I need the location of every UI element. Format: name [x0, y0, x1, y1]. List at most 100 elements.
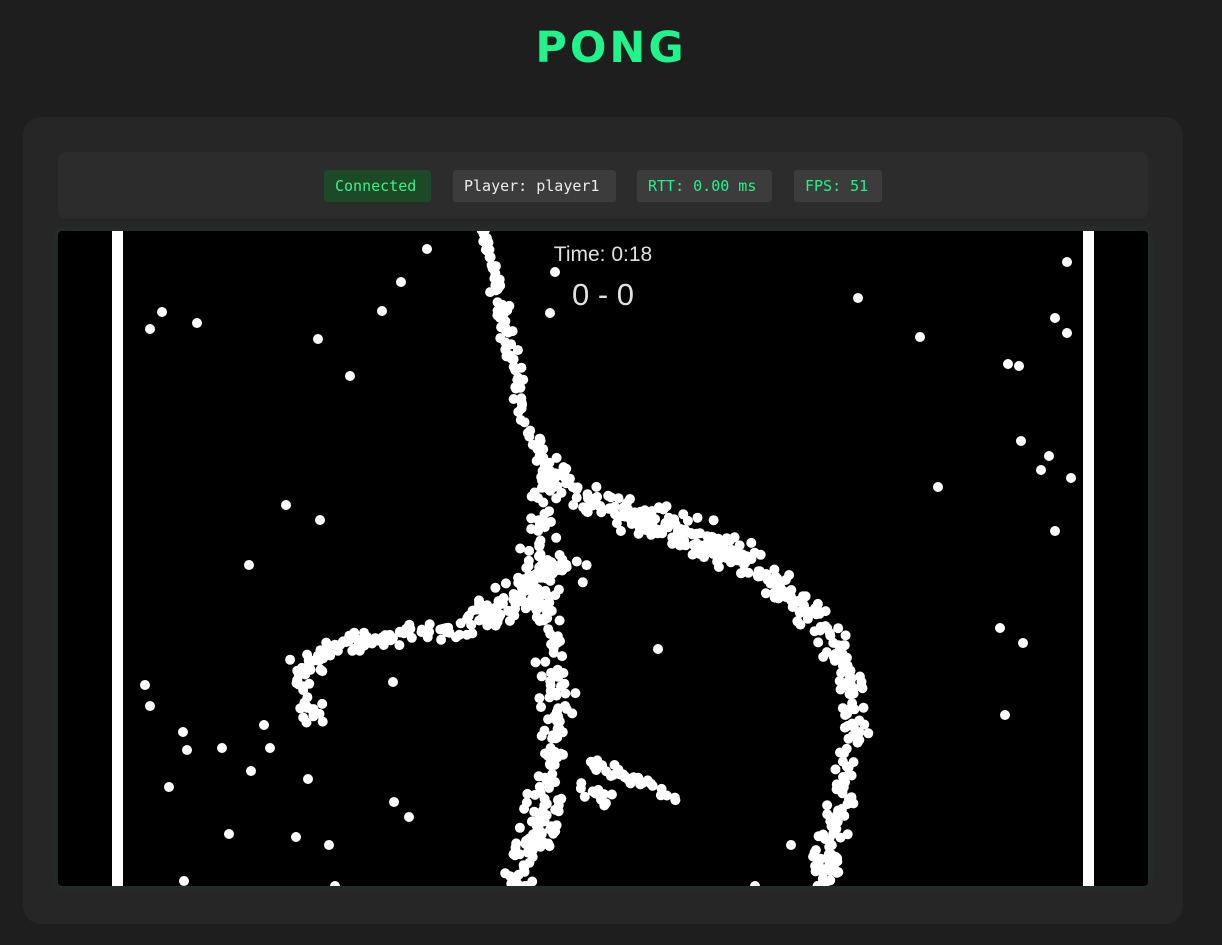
ball: [736, 568, 746, 579]
ball: [522, 847, 533, 858]
ball: [526, 816, 537, 827]
ball: [838, 782, 849, 793]
ball: [784, 570, 795, 580]
ball: [571, 484, 582, 495]
ball: [519, 574, 530, 585]
ball: [678, 509, 689, 520]
ball: [545, 685, 556, 696]
right-paddle: [1083, 231, 1094, 886]
ball: [554, 550, 565, 560]
ball: [224, 829, 234, 839]
ball: [495, 333, 506, 344]
ball: [834, 676, 845, 686]
ball: [325, 650, 336, 661]
ball: [534, 562, 545, 573]
ball: [317, 716, 328, 727]
ball: [554, 615, 565, 626]
ball: [192, 318, 202, 328]
left-paddle: [112, 231, 123, 886]
ball: [534, 541, 545, 552]
ball: [389, 797, 399, 807]
ball: [933, 482, 943, 492]
ball: [841, 761, 852, 772]
ball: [570, 688, 581, 699]
ball: [592, 755, 603, 766]
ball: [726, 544, 737, 555]
ball: [285, 654, 296, 665]
ball: [1000, 710, 1010, 720]
ball: [474, 615, 485, 626]
ball: [521, 797, 532, 808]
ball: [822, 800, 833, 811]
ball: [746, 537, 757, 548]
ball: [839, 748, 849, 759]
ball: [606, 789, 617, 800]
ball: [840, 630, 851, 641]
game-timer: Time: 0:18: [553, 243, 653, 266]
ball: [296, 662, 307, 673]
ball: [995, 623, 1005, 633]
ball: [217, 743, 227, 753]
ball: [405, 623, 416, 634]
ball: [669, 514, 680, 525]
ball: [524, 545, 535, 556]
ball: [550, 267, 560, 277]
ball: [843, 733, 854, 744]
ball: [691, 538, 702, 549]
ball: [837, 660, 848, 671]
ball: [324, 840, 334, 850]
ball: [782, 587, 792, 598]
ball: [541, 482, 552, 493]
ball: [813, 637, 824, 648]
ball: [521, 585, 532, 596]
ball: [669, 792, 680, 803]
fps-badge: FPS: 51: [794, 170, 882, 202]
ball: [303, 774, 313, 784]
ball: [526, 600, 537, 611]
ball: [344, 630, 355, 641]
ball: [317, 698, 328, 709]
ball: [265, 743, 275, 753]
balls-layer: [140, 231, 1076, 886]
ball: [833, 647, 844, 658]
ball: [859, 719, 870, 730]
ball: [543, 624, 554, 635]
ball: [544, 572, 555, 583]
ball: [540, 656, 551, 667]
ball: [809, 626, 820, 637]
ball: [845, 704, 856, 715]
game-canvas[interactable]: Time: 0:18 0 - 0: [58, 231, 1148, 886]
ball: [739, 559, 749, 570]
ball: [831, 810, 842, 821]
ball: [540, 589, 551, 600]
ball: [798, 591, 808, 602]
ball: [558, 668, 569, 678]
player-badge: Player: player1: [453, 170, 616, 202]
ball: [345, 371, 355, 381]
ball: [581, 560, 592, 571]
ball: [302, 702, 312, 713]
ball: [1062, 328, 1072, 338]
ball: [769, 592, 780, 603]
ball: [848, 798, 859, 809]
ball: [1050, 313, 1060, 323]
ball: [708, 515, 719, 526]
ball: [514, 596, 525, 607]
ball: [313, 334, 323, 344]
ball: [548, 759, 559, 770]
ball: [858, 702, 869, 713]
ball: [750, 881, 760, 886]
ball: [535, 443, 546, 453]
ball: [552, 631, 563, 642]
ball: [179, 876, 189, 886]
ball: [354, 645, 365, 656]
ball: [552, 565, 563, 576]
ball: [818, 651, 829, 662]
ball: [582, 507, 593, 518]
status-bar: Connected Player: player1 RTT: 0.00 ms F…: [58, 152, 1148, 219]
ball: [551, 532, 562, 543]
ball: [298, 712, 309, 723]
ball: [824, 628, 835, 639]
ball: [538, 466, 549, 477]
ball: [628, 772, 639, 783]
